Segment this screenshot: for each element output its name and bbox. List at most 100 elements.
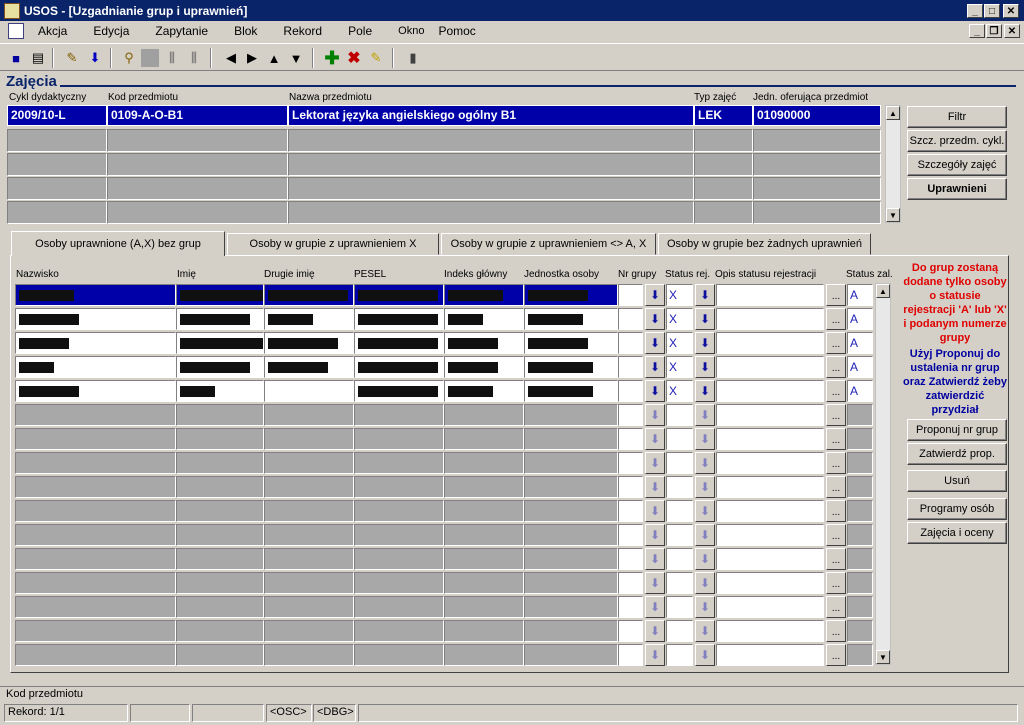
zajecia-empty-cell[interactable]: [107, 177, 288, 200]
grid-cell[interactable]: [444, 284, 524, 306]
nr-grupy-lov-icon[interactable]: ⬇: [645, 500, 665, 522]
zajecia-empty-cell[interactable]: [7, 153, 107, 176]
status-rej-field[interactable]: [666, 572, 693, 594]
grid-cell[interactable]: [15, 596, 176, 618]
cykl-field[interactable]: 2009/10-L: [7, 105, 107, 126]
typ-field[interactable]: LEK: [694, 105, 753, 126]
scroll-up-icon[interactable]: ▲: [886, 106, 900, 120]
opis-edit-button[interactable]: ...: [826, 644, 846, 666]
grid-cell[interactable]: [354, 476, 444, 498]
grid-cell[interactable]: [264, 428, 354, 450]
opis-statusu-field[interactable]: [716, 476, 824, 498]
nr-grupy-lov-icon[interactable]: ⬇: [645, 596, 665, 618]
opis-edit-button[interactable]: ...: [826, 548, 846, 570]
nr-grupy-input[interactable]: [618, 476, 643, 498]
grid-cell[interactable]: [524, 404, 618, 426]
menu-zapytanie[interactable]: Zapytanie: [155, 24, 208, 38]
nr-grupy-input[interactable]: [618, 596, 643, 618]
proponuj-button[interactable]: Proponuj nr grup: [907, 419, 1007, 441]
opis-statusu-field[interactable]: [716, 620, 824, 642]
grid-cell[interactable]: [15, 380, 176, 402]
opis-statusu-field[interactable]: [716, 356, 824, 378]
grid-cell[interactable]: [264, 620, 354, 642]
nr-grupy-lov-icon[interactable]: ⬇: [645, 332, 665, 354]
tab-bez-uprawnien[interactable]: Osoby w grupie bez żadnych uprawnień: [658, 233, 871, 255]
exit-icon[interactable]: ▮: [404, 49, 422, 67]
menu-pole[interactable]: Pole: [348, 24, 372, 38]
grid-cell[interactable]: [524, 572, 618, 594]
grid-cell[interactable]: [264, 380, 354, 402]
grid-cell[interactable]: [176, 620, 264, 642]
opis-edit-button[interactable]: ...: [826, 356, 846, 378]
opis-edit-button[interactable]: ...: [826, 452, 846, 474]
filtr-button[interactable]: Filtr: [907, 106, 1007, 128]
zajecia-empty-cell[interactable]: [288, 153, 694, 176]
zajecia-empty-cell[interactable]: [694, 129, 753, 152]
opis-edit-button[interactable]: ...: [826, 524, 846, 546]
grid-cell[interactable]: [15, 284, 176, 306]
insert-icon[interactable]: ✚: [323, 48, 341, 68]
menu-okno[interactable]: Okno: [398, 25, 424, 37]
status-rej-lov-icon[interactable]: ⬇: [695, 620, 715, 642]
nr-grupy-input[interactable]: [618, 548, 643, 570]
grid-cell[interactable]: [264, 524, 354, 546]
nr-grupy-lov-icon[interactable]: ⬇: [645, 572, 665, 594]
grid-cell[interactable]: [354, 356, 444, 378]
grid-cell[interactable]: [176, 308, 264, 330]
grid-cell[interactable]: [176, 476, 264, 498]
grid-cell[interactable]: [524, 548, 618, 570]
status-rej-lov-icon[interactable]: ⬇: [695, 524, 715, 546]
nr-grupy-lov-icon[interactable]: ⬇: [645, 308, 665, 330]
nr-grupy-input[interactable]: [618, 524, 643, 546]
grid-scroll-down-icon[interactable]: ▼: [876, 650, 890, 664]
nr-grupy-lov-icon[interactable]: ⬇: [645, 452, 665, 474]
status-rej-field[interactable]: [666, 524, 693, 546]
nazwa-field[interactable]: Lektorat języka angielskiego ogólny B1: [288, 105, 694, 126]
grid-cell[interactable]: [176, 380, 264, 402]
zajecia-empty-cell[interactable]: [753, 153, 881, 176]
menu-edycja[interactable]: Edycja: [93, 24, 129, 38]
opis-statusu-field[interactable]: [716, 548, 824, 570]
query-icon[interactable]: ⚲: [120, 49, 138, 67]
opis-statusu-field[interactable]: [716, 500, 824, 522]
zajecia-empty-cell[interactable]: [288, 201, 694, 224]
status-zal-field[interactable]: A: [847, 356, 873, 378]
status-rej-lov-icon[interactable]: ⬇: [695, 428, 715, 450]
zatwierdz-button[interactable]: Zatwierdź prop.: [907, 443, 1007, 465]
opis-statusu-field[interactable]: [716, 308, 824, 330]
nr-grupy-lov-icon[interactable]: ⬇: [645, 380, 665, 402]
opis-statusu-field[interactable]: [716, 284, 824, 306]
grid-cell[interactable]: [176, 452, 264, 474]
grid-cell[interactable]: [524, 524, 618, 546]
status-zal-field[interactable]: [847, 620, 873, 642]
status-rej-field[interactable]: [666, 548, 693, 570]
grid-cell[interactable]: [176, 572, 264, 594]
grid-cell[interactable]: [354, 284, 444, 306]
status-rej-field[interactable]: [666, 596, 693, 618]
grid-cell[interactable]: [354, 332, 444, 354]
status-zal-field[interactable]: [847, 524, 873, 546]
grid-cell[interactable]: [15, 332, 176, 354]
grid-cell[interactable]: [444, 452, 524, 474]
opis-statusu-field[interactable]: [716, 380, 824, 402]
usun-button[interactable]: Usuń: [907, 470, 1007, 492]
grid-cell[interactable]: [264, 308, 354, 330]
nr-grupy-lov-icon[interactable]: ⬇: [645, 620, 665, 642]
grid-cell[interactable]: [444, 308, 524, 330]
nr-grupy-input[interactable]: [618, 284, 643, 306]
zajecia-empty-cell[interactable]: [288, 129, 694, 152]
grid-cell[interactable]: [524, 284, 618, 306]
nr-grupy-lov-icon[interactable]: ⬇: [645, 428, 665, 450]
grid-cell[interactable]: [264, 404, 354, 426]
uprawnieni-button[interactable]: Uprawnieni: [907, 178, 1007, 200]
zajecia-empty-cell[interactable]: [7, 177, 107, 200]
grid-cell[interactable]: [444, 644, 524, 666]
nr-grupy-input[interactable]: [618, 452, 643, 474]
status-rej-lov-icon[interactable]: ⬇: [695, 284, 715, 306]
zajecia-empty-cell[interactable]: [288, 177, 694, 200]
grid-cell[interactable]: [524, 428, 618, 450]
status-zal-field[interactable]: [847, 452, 873, 474]
grid-cell[interactable]: [15, 548, 176, 570]
status-rej-lov-icon[interactable]: ⬇: [695, 500, 715, 522]
grid-scrollbar[interactable]: ▲ ▼: [875, 283, 891, 665]
